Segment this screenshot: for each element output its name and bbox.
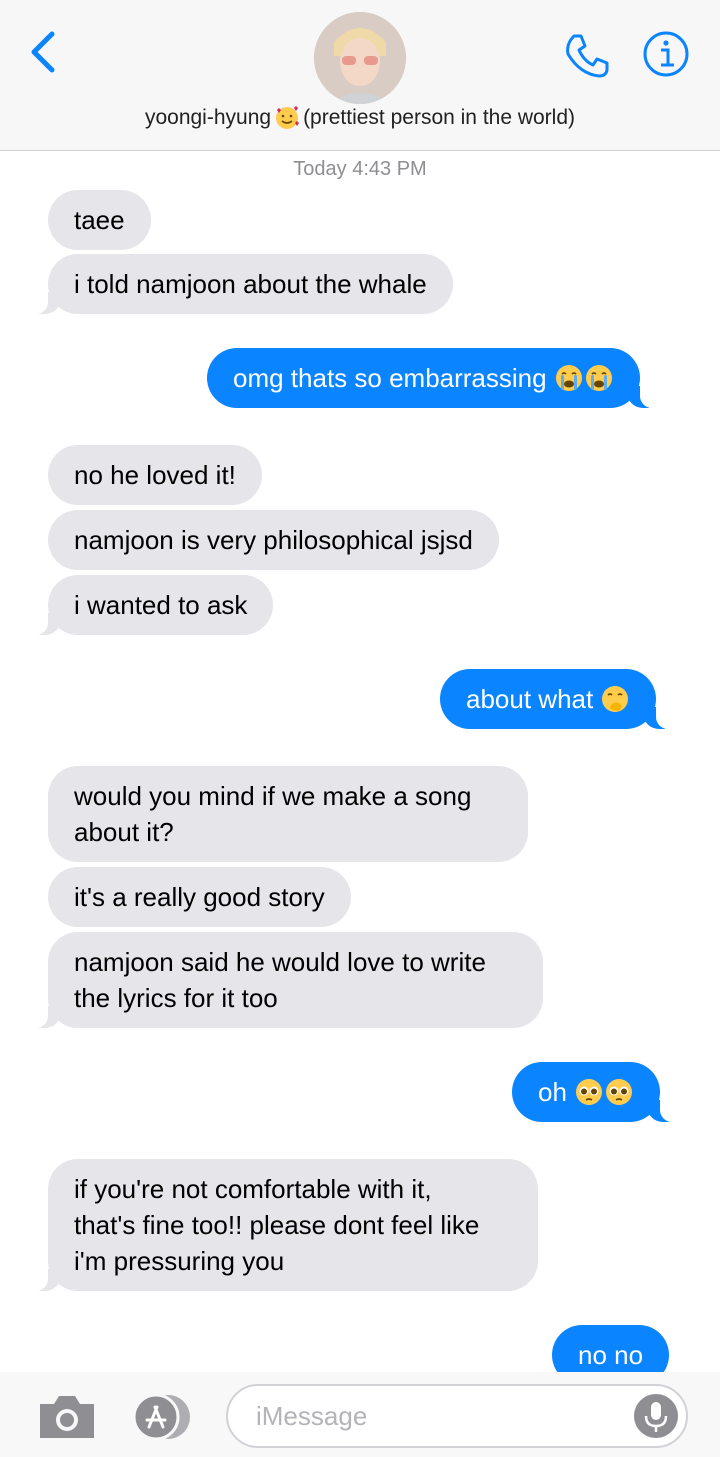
message-text: taee [74, 205, 125, 235]
contact-name-text: yoongi-hyung [144, 106, 272, 129]
camera-icon [40, 1396, 94, 1438]
camera-button[interactable] [36, 1390, 98, 1442]
conversation-header: yoongi-hyung (prettiest person in the wor… [0, 0, 720, 151]
app-store-icon [132, 1393, 190, 1441]
info-button[interactable] [642, 30, 690, 78]
outgoing-message[interactable]: oh [512, 1062, 683, 1122]
message-line: that's fine too!! please dont feel like [74, 1210, 480, 1240]
call-button[interactable] [562, 30, 612, 80]
message-text: i told namjoon about the whale [74, 269, 427, 299]
info-icon [643, 31, 689, 77]
message-text: i wanted to ask [74, 590, 248, 620]
message-text: no no [578, 1340, 644, 1370]
phone-icon [566, 34, 609, 78]
incoming-message[interactable]: no he loved it! [48, 445, 262, 505]
message-text: namjoon is very philosophical jsjsd [74, 525, 473, 555]
message-text: omg thats so embarrassing [233, 363, 547, 393]
message-composer: iMessage [0, 1372, 720, 1457]
pleading-face-icon [604, 1077, 634, 1107]
incoming-message[interactable]: it's a really good story [48, 867, 351, 927]
loudly-crying-face-icon [584, 363, 614, 393]
pleading-face-icon [574, 1077, 604, 1107]
face-with-hand-over-mouth-icon [600, 684, 630, 714]
smiling-face-with-hearts-icon [274, 104, 300, 130]
message-text: about what [466, 684, 594, 714]
message-line: namjoon said he would love to write [74, 947, 486, 977]
message-input[interactable]: iMessage [226, 1384, 688, 1448]
loudly-crying-face-icon [554, 363, 584, 393]
incoming-message[interactable]: i told namjoon about the whale [26, 254, 453, 314]
incoming-message[interactable]: namjoon said he would love to write the … [26, 932, 543, 1028]
outgoing-message[interactable]: omg thats so embarrassing [207, 348, 662, 408]
message-line: if you're not comfortable with it, [74, 1174, 432, 1204]
input-placeholder: iMessage [256, 1401, 368, 1431]
incoming-message[interactable]: taee [48, 190, 151, 250]
microphone-button[interactable] [632, 1392, 680, 1440]
incoming-message[interactable]: namjoon is very philosophical jsjsd [48, 510, 499, 570]
outgoing-message[interactable]: about what [440, 669, 679, 729]
app-store-button[interactable] [128, 1392, 196, 1442]
incoming-message[interactable]: if you're not comfortable with it, that'… [26, 1159, 538, 1291]
contact-avatar[interactable] [314, 12, 406, 104]
message-text: oh [538, 1077, 567, 1107]
chevron-left-icon [31, 31, 55, 73]
incoming-message[interactable]: would you mind if we make a song about i… [48, 766, 528, 862]
message-line: the lyrics for it too [74, 983, 278, 1013]
incoming-message[interactable]: i wanted to ask [25, 575, 274, 635]
message-line: about it? [74, 817, 174, 847]
back-button[interactable] [22, 28, 66, 76]
contact-note-text: (prettiest person in the world) [303, 106, 576, 129]
message-line: i'm pressuring you [74, 1246, 285, 1276]
contact-name[interactable]: yoongi-hyung (prettiest person in the wor… [0, 104, 720, 130]
message-text: no he loved it! [74, 460, 236, 490]
message-line: would you mind if we make a song [74, 781, 472, 811]
message-text: it's a really good story [74, 882, 325, 912]
message-timestamp: Today 4:43 PM [293, 158, 427, 180]
microphone-icon [634, 1394, 678, 1438]
